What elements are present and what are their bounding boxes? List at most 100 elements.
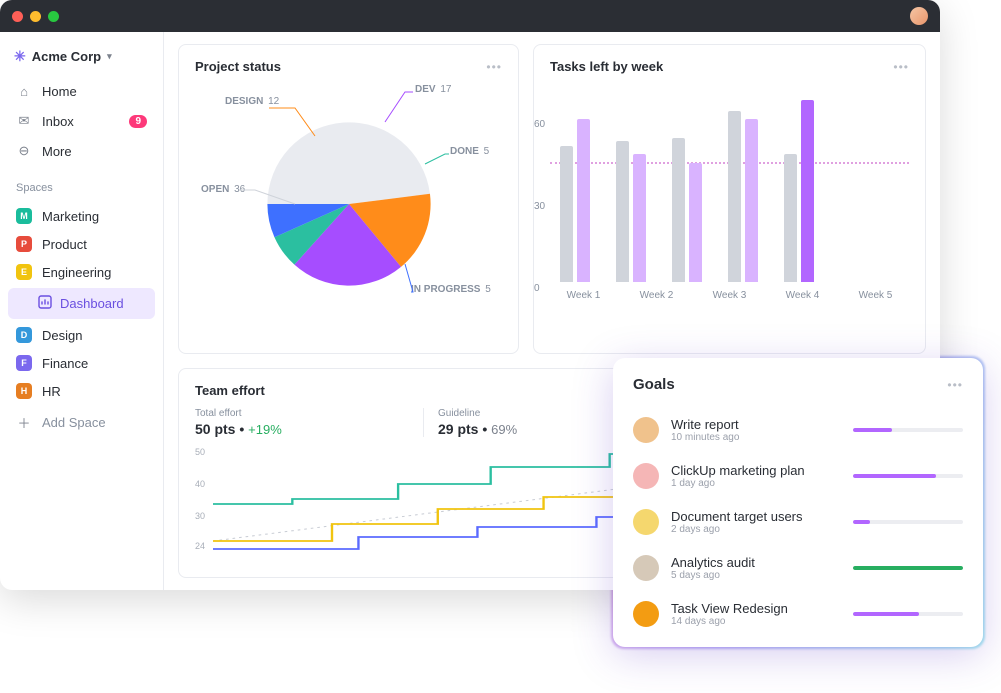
- bar: [784, 154, 797, 282]
- goal-item[interactable]: Write report10 minutes ago: [633, 407, 963, 453]
- goal-name: ClickUp marketing plan: [671, 463, 841, 478]
- workspace-switcher[interactable]: ✳ Acme Corp ▾: [8, 42, 155, 75]
- space-label: Marketing: [42, 209, 99, 224]
- progress-bar: [853, 566, 963, 570]
- y-tick: 30: [534, 201, 545, 212]
- bar: [728, 111, 741, 282]
- add-space-button[interactable]: ＋ Add Space: [8, 407, 155, 438]
- bar: [616, 141, 629, 282]
- space-icon: P: [16, 236, 32, 252]
- goal-time: 14 days ago: [671, 616, 841, 627]
- nav-label: Home: [42, 84, 77, 99]
- bar: [801, 100, 814, 282]
- sidebar: ✳ Acme Corp ▾ ⌂ Home ✉Inbox9 ⊖ More Spaces M…: [0, 32, 164, 590]
- space-icon: D: [16, 327, 32, 343]
- goal-item[interactable]: Task View Redesign14 days ago: [633, 591, 963, 637]
- avatar: [633, 417, 659, 443]
- goals-card: Goals ••• Write report10 minutes ago Cli…: [613, 358, 983, 647]
- space-icon: H: [16, 383, 32, 399]
- add-space-label: Add Space: [42, 415, 106, 430]
- x-label: Week 3: [706, 290, 753, 301]
- more-icon: ⊖: [16, 143, 32, 159]
- avatar: [633, 555, 659, 581]
- space-icon: F: [16, 355, 32, 371]
- sidebar-item-finance[interactable]: F Finance: [8, 349, 155, 377]
- pie-label-design: DESIGN 12: [225, 96, 279, 107]
- titlebar: [0, 0, 940, 32]
- tasks-left-card: Tasks left by week ••• 0 30 60 Week 1Wee…: [533, 44, 926, 354]
- card-menu-icon[interactable]: •••: [947, 378, 963, 392]
- goal-time: 2 days ago: [671, 524, 841, 535]
- y-tick: 50: [195, 447, 205, 457]
- stat-value: 50 pts • +19%: [195, 421, 423, 437]
- pie-label-open: OPEN 36: [201, 184, 245, 195]
- sidebar-item-hr[interactable]: H HR: [8, 377, 155, 405]
- x-label: Week 4: [779, 290, 826, 301]
- progress-bar: [853, 474, 963, 478]
- nav-label: More: [42, 144, 72, 159]
- space-label: Engineering: [42, 265, 111, 280]
- plus-icon: ＋: [16, 413, 32, 432]
- space-label: HR: [42, 384, 61, 399]
- sidebar-item-product[interactable]: P Product: [8, 230, 155, 258]
- y-tick: 40: [195, 479, 205, 489]
- sidebar-item-home[interactable]: ⌂ Home: [8, 77, 155, 106]
- goal-time: 10 minutes ago: [671, 432, 841, 443]
- pie-label-done: DONE 5: [450, 146, 489, 157]
- sidebar-item-inbox[interactable]: ✉Inbox9: [8, 106, 155, 136]
- dashboard-label: Dashboard: [60, 296, 124, 311]
- goal-item[interactable]: Analytics audit5 days ago: [633, 545, 963, 591]
- avatar: [633, 463, 659, 489]
- space-label: Finance: [42, 356, 88, 371]
- sidebar-item-engineering[interactable]: EEngineering: [8, 258, 155, 286]
- stat-block: Total effort 50 pts • +19%: [195, 408, 423, 437]
- goal-item[interactable]: Document target users2 days ago: [633, 499, 963, 545]
- bar: [689, 163, 702, 282]
- x-label: Week 1: [560, 290, 607, 301]
- card-menu-icon[interactable]: •••: [893, 60, 909, 74]
- goal-name: Task View Redesign: [671, 601, 841, 616]
- sidebar-item-design[interactable]: D Design: [8, 321, 155, 349]
- card-menu-icon[interactable]: •••: [486, 60, 502, 74]
- space-label: Product: [42, 237, 87, 252]
- tasks-left-chart: 0 30 60 Week 1Week 2Week 3Week 4Week 5: [550, 84, 909, 324]
- sidebar-item-marketing[interactable]: M Marketing: [8, 202, 155, 230]
- y-tick: 24: [195, 541, 205, 551]
- home-icon: ⌂: [16, 84, 32, 99]
- goal-item[interactable]: ClickUp marketing plan1 day ago: [633, 453, 963, 499]
- bar: [577, 119, 590, 282]
- goal-name: Analytics audit: [671, 555, 841, 570]
- bar: [633, 154, 646, 282]
- goals-title: Goals: [633, 376, 675, 393]
- goal-name: Write report: [671, 417, 841, 432]
- avatar: [633, 601, 659, 627]
- avatar: [633, 509, 659, 535]
- inbox-badge: 9: [129, 115, 147, 128]
- sidebar-item-more[interactable]: ⊖ More: [8, 136, 155, 166]
- spaces-section-label: Spaces: [8, 168, 155, 200]
- bar: [560, 146, 573, 282]
- bar: [745, 119, 758, 282]
- y-tick: 0: [534, 283, 540, 294]
- maximize-window-icon[interactable]: [48, 11, 59, 22]
- space-label: Design: [42, 328, 82, 343]
- bar: [672, 138, 685, 282]
- team-effort-title: Team effort: [195, 383, 265, 398]
- x-label: Week 5: [852, 290, 899, 301]
- sidebar-item-dashboard[interactable]: Dashboard: [8, 288, 155, 319]
- close-window-icon[interactable]: [12, 11, 23, 22]
- project-status-card: Project status ••• OPEN 36 DESIGN 12 DEV…: [178, 44, 519, 354]
- project-status-chart: OPEN 36 DESIGN 12 DEV 17 DONE 5 IN PROGR…: [195, 84, 502, 324]
- dashboard-icon: [38, 295, 52, 312]
- chevron-down-icon: ▾: [107, 51, 112, 62]
- space-icon: M: [16, 208, 32, 224]
- inbox-icon: ✉: [16, 113, 32, 129]
- user-avatar[interactable]: [910, 7, 928, 25]
- y-tick: 60: [534, 119, 545, 130]
- minimize-window-icon[interactable]: [30, 11, 41, 22]
- stat-label: Total effort: [195, 408, 423, 419]
- progress-bar: [853, 612, 963, 616]
- goal-name: Document target users: [671, 509, 841, 524]
- pie-label-inprogress: IN PROGRESS 5: [411, 284, 491, 295]
- y-tick: 30: [195, 511, 205, 521]
